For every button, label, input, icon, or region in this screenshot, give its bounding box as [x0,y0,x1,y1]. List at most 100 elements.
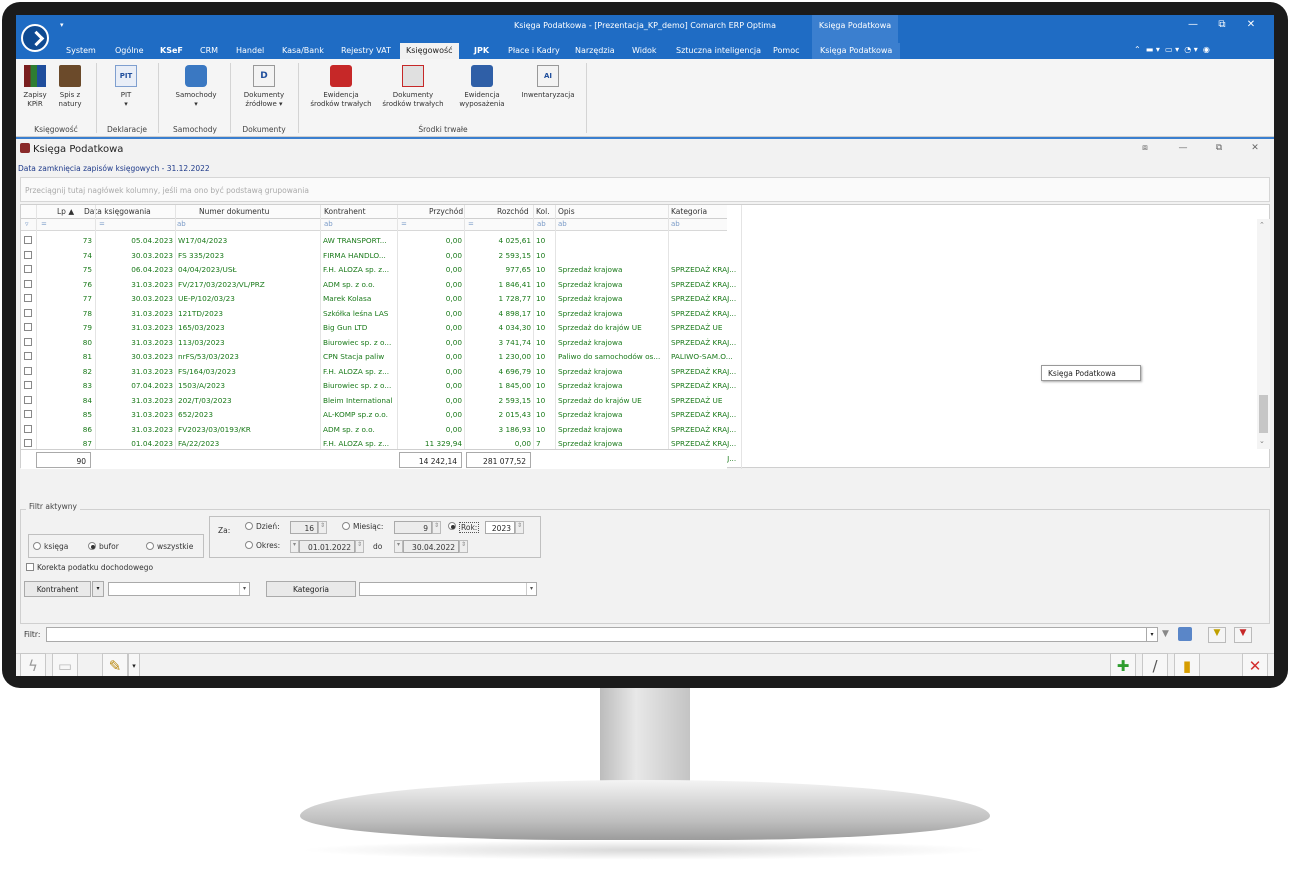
delete-bin-icon[interactable]: ▮ [1174,653,1200,676]
column-rozchod[interactable]: Rozchód [497,207,529,216]
okres-from-spinner[interactable]: ⇕ [355,540,364,553]
table-row[interactable]: 75 06.04.2023 04/04/2023/USŁ F.H. ALOZA sp.… [21,262,736,277]
pin-icon[interactable]: ⧈ [1138,143,1152,153]
menu-ogolne[interactable]: Ogólne [115,46,143,55]
row-checkbox[interactable] [24,265,32,273]
row-checkbox[interactable] [24,352,32,360]
column-lp[interactable]: Lp ▲ [57,207,74,216]
row-checkbox[interactable] [24,395,32,404]
menu-sztuczna-inteligencja[interactable]: Sztuczna inteligencja [676,46,761,55]
okres-from-dropdown-icon[interactable]: ▾ [290,540,299,553]
okres-to-input[interactable]: 30.04.2022 [403,540,459,553]
remove-filter-icon[interactable]: ▼ [1234,627,1252,643]
rok-spinner[interactable]: ⇕ [515,521,524,534]
radio-okres[interactable] [245,541,253,549]
column-numer-dokumentu[interactable]: Numer dokumentu [199,207,269,216]
scroll-up-icon[interactable]: ⌃ [1259,221,1265,229]
column-opis[interactable]: Opis [558,207,575,216]
restore-icon[interactable]: ⧉ [1215,19,1229,30]
filter-equals-icon[interactable]: = [41,220,47,228]
close-form-icon[interactable]: ✕ [1242,653,1268,676]
table-row[interactable]: 82 31.03.2023 FS/164/03/2023 F.H. ALOZA sp.… [21,364,736,379]
lightning-icon[interactable]: ϟ [20,653,46,676]
table-row[interactable]: 86 31.03.2023 FV2023/03/0193/KR ADM sp. z o… [21,422,736,437]
column-kontrahent[interactable]: Kontrahent [324,207,366,216]
menu-narzedzia[interactable]: Narzędzia [575,46,615,55]
miesiac-spinner[interactable]: ⇕ [432,521,441,534]
doc-restore-icon[interactable]: ⧉ [1212,143,1226,153]
print-settings-icon[interactable]: ✎ [102,653,128,676]
menu-ksef[interactable]: KSeF [160,46,183,55]
filter-abc-icon[interactable]: ab [324,220,333,228]
table-row[interactable]: 78 31.03.2023 121TD/2023 Szkółka leśna LAS 0… [21,306,736,321]
row-checkbox[interactable] [24,308,32,317]
inwentaryzacja-button[interactable]: AI Inwentaryzacja [516,65,580,100]
dzien-spinner[interactable]: ⇕ [318,521,327,534]
okres-to-spinner[interactable]: ⇕ [459,540,468,553]
filter-row-icon[interactable]: ▿ [25,220,29,228]
row-checkbox[interactable] [24,424,32,433]
filter-abc-icon[interactable]: ab [177,220,186,228]
add-icon[interactable]: ✚ [1110,653,1136,676]
print-dropdown-icon[interactable]: ▾ [128,653,140,676]
table-row[interactable]: 76 31.03.2023 FV/217/03/2023/VL/PRZ ADM sp.… [21,277,736,292]
row-checkbox[interactable] [24,250,32,259]
menu-jpk[interactable]: JPK [474,46,489,55]
column-kol[interactable]: Kol. [536,207,550,216]
row-checkbox[interactable] [24,236,32,244]
table-row[interactable]: 80 31.03.2023 113/03/2023 Biurowiec sp. z o… [21,335,736,350]
filter-equals-icon[interactable]: = [401,220,407,228]
kontrahent-dropdown-icon[interactable]: ▾ [92,581,104,597]
kontrahent-select[interactable]: ▾ [108,582,250,596]
table-row[interactable]: 83 07.04.2023 1503/A/2023 Biurowiec sp. z o… [21,378,736,393]
radio-rok[interactable] [448,522,456,530]
table-row[interactable]: 74 30.03.2023 FS 335/2023 FIRMA HANDLO... 0,… [21,248,727,263]
menu-kasa-bank[interactable]: Kasa/Bank [282,46,324,55]
kategoria-select[interactable]: ▾ [359,582,537,596]
column-kategoria[interactable]: Kategoria [671,207,707,216]
column-przychod[interactable]: Przychód [429,207,463,216]
dokumenty-zrodlowe-button[interactable]: D Dokumenty źródłowe ▾ [236,65,292,109]
row-checkbox[interactable] [24,279,32,288]
rok-input[interactable]: 2023 [485,521,515,534]
toolbar-right-icons[interactable]: ⌃ ▬ ▾ ▭ ▾ ◔ ▾ ◉ [1134,45,1210,54]
dokumenty-srodkow-trwalych-button[interactable]: Dokumenty środków trwałych [378,65,448,109]
menu-handel[interactable]: Handel [236,46,264,55]
pit-button[interactable]: PIT PIT ▾ [108,65,144,109]
close-icon[interactable]: ✕ [1244,19,1258,30]
row-checkbox[interactable] [24,381,32,389]
radio-miesiac[interactable] [342,522,350,530]
scroll-down-icon[interactable]: ⌄ [1259,437,1265,445]
table-row[interactable]: 73 05.04.2023 W17/04/2023 AW TRANSPORT... 0,… [21,233,727,248]
menu-ksiega-podatkowa[interactable]: Księga Podatkowa [812,43,901,59]
menu-widok[interactable]: Widok [632,46,657,55]
row-checkbox[interactable] [24,294,32,302]
table-row[interactable]: 79 31.03.2023 165/03/2023 Big Gun LTD 0,00 4 … [21,320,727,335]
ewidencja-srodkow-trwalych-button[interactable]: Ewidencja środków trwałych [308,65,374,109]
samochody-button[interactable]: Samochody ▾ [168,65,224,109]
okres-to-dropdown-icon[interactable]: ▾ [394,540,403,553]
clear-filter-icon[interactable] [1178,627,1192,641]
menu-pomoc[interactable]: Pomoc [773,46,800,55]
apply-filter-icon[interactable]: ▼ [1208,627,1226,643]
filter-abc-icon[interactable]: ab [537,220,546,228]
filter-abc-icon[interactable]: ab [671,220,680,228]
doc-close-icon[interactable]: ✕ [1248,143,1262,153]
row-checkbox[interactable] [24,337,32,346]
dzien-input[interactable]: 16 [290,521,318,534]
row-checkbox[interactable] [24,323,32,331]
filter-abc-icon[interactable]: ab [558,220,567,228]
minimize-icon[interactable]: — [1186,19,1200,30]
spis-z-natury-button[interactable]: Spis z natury [52,65,88,109]
table-row[interactable]: 81 30.03.2023 nrFS/53/03/2023 CPN Stacja pa… [21,349,733,364]
miesiac-input[interactable]: 9 [394,521,432,534]
menu-ksiegowosc[interactable]: Księgowość [400,43,459,59]
edit-icon[interactable]: / [1142,653,1168,676]
zapisy-kpir-button[interactable]: Zapisy KPiR [20,65,50,109]
scrollbar-thumb[interactable] [1259,395,1268,433]
filter-equals-icon[interactable]: = [468,220,474,228]
book-icon[interactable]: ▭ [52,653,78,676]
radio-wszystkie[interactable] [146,542,154,550]
menu-system[interactable]: System [66,46,96,55]
group-by-panel[interactable]: Przeciągnij tutaj nagłówek kolumny, jeśl… [20,177,1270,202]
